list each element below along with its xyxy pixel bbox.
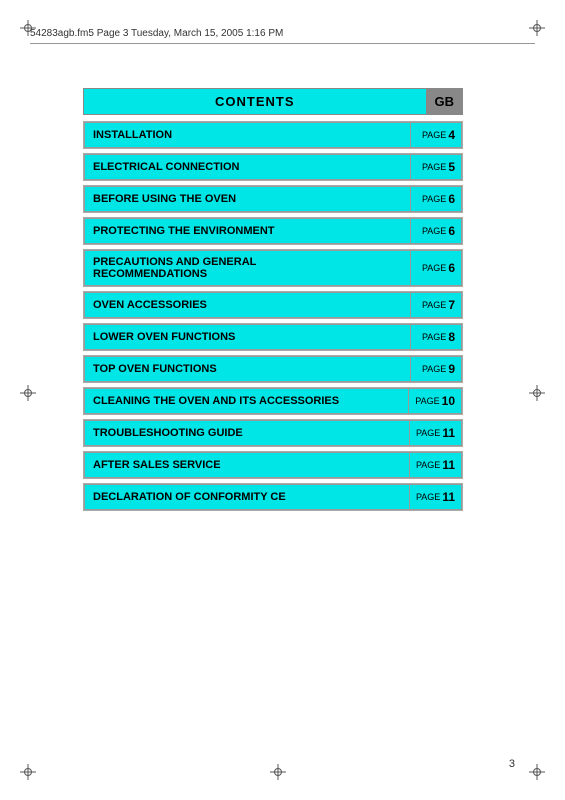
toc-item-page: PAGE 11 bbox=[409, 484, 462, 510]
page-number: 8 bbox=[448, 330, 455, 344]
toc-row: AFTER SALES SERVICEPAGE 11 bbox=[83, 451, 463, 479]
crosshair-bot-right bbox=[529, 764, 545, 780]
page-word: PAGE bbox=[422, 263, 446, 273]
toc-item-page: PAGE 10 bbox=[408, 388, 462, 414]
toc-item-label: TOP OVEN FUNCTIONS bbox=[84, 356, 410, 382]
toc-item-label: CLEANING THE OVEN AND ITS ACCESSORIES bbox=[84, 388, 408, 414]
page-word: PAGE bbox=[422, 364, 446, 374]
crosshair-mid-left bbox=[20, 385, 36, 401]
page-number: 10 bbox=[442, 394, 455, 408]
page-word: PAGE bbox=[422, 300, 446, 310]
toc-item-page: PAGE 5 bbox=[410, 154, 462, 180]
contents-header: CONTENTS GB bbox=[83, 88, 463, 115]
toc-row: CLEANING THE OVEN AND ITS ACCESSORIESPAG… bbox=[83, 387, 463, 415]
page-number: 11 bbox=[442, 490, 455, 504]
crosshair-bot-left bbox=[20, 764, 36, 780]
page-word: PAGE bbox=[422, 194, 446, 204]
toc-row: DECLARATION OF CONFORMITY CEPAGE 11 bbox=[83, 483, 463, 511]
footer-page-number: 3 bbox=[509, 758, 515, 770]
content-area: CONTENTS GB INSTALLATIONPAGE 4ELECTRICAL… bbox=[83, 88, 463, 515]
toc-list: INSTALLATIONPAGE 4ELECTRICAL CONNECTIONP… bbox=[83, 121, 463, 511]
contents-gb: GB bbox=[426, 88, 464, 115]
toc-row: TOP OVEN FUNCTIONSPAGE 9 bbox=[83, 355, 463, 383]
toc-item-label: BEFORE USING THE OVEN bbox=[84, 186, 410, 212]
crosshair-mid-right bbox=[529, 385, 545, 401]
page-number: 6 bbox=[448, 261, 455, 275]
toc-item-label: PRECAUTIONS AND GENERAL RECOMMENDATIONS bbox=[84, 250, 410, 286]
toc-row: TROUBLESHOOTING GUIDEPAGE 11 bbox=[83, 419, 463, 447]
toc-item-page: PAGE 6 bbox=[410, 250, 462, 286]
toc-row: PRECAUTIONS AND GENERAL RECOMMENDATIONSP… bbox=[83, 249, 463, 287]
page: 54283agb.fm5 Page 3 Tuesday, March 15, 2… bbox=[0, 0, 565, 800]
toc-item-label: DECLARATION OF CONFORMITY CE bbox=[84, 484, 409, 510]
page-word: PAGE bbox=[415, 396, 439, 406]
page-word: PAGE bbox=[416, 428, 440, 438]
toc-row: INSTALLATIONPAGE 4 bbox=[83, 121, 463, 149]
toc-item-page: PAGE 11 bbox=[409, 452, 462, 478]
toc-item-page: PAGE 4 bbox=[410, 122, 462, 148]
toc-row: LOWER OVEN FUNCTIONSPAGE 8 bbox=[83, 323, 463, 351]
contents-title: CONTENTS bbox=[83, 88, 426, 115]
page-word: PAGE bbox=[422, 226, 446, 236]
toc-row: ELECTRICAL CONNECTIONPAGE 5 bbox=[83, 153, 463, 181]
toc-item-page: PAGE 9 bbox=[410, 356, 462, 382]
page-word: PAGE bbox=[422, 332, 446, 342]
toc-item-label: LOWER OVEN FUNCTIONS bbox=[84, 324, 410, 350]
toc-item-label: OVEN ACCESSORIES bbox=[84, 292, 410, 318]
crosshair-bot-mid bbox=[270, 764, 286, 780]
toc-item-page: PAGE 7 bbox=[410, 292, 462, 318]
page-word: PAGE bbox=[422, 162, 446, 172]
toc-item-page: PAGE 6 bbox=[410, 186, 462, 212]
page-number: 9 bbox=[448, 362, 455, 376]
page-number: 6 bbox=[448, 192, 455, 206]
page-word: PAGE bbox=[416, 492, 440, 502]
toc-row: PROTECTING THE ENVIRONMENTPAGE 6 bbox=[83, 217, 463, 245]
page-word: PAGE bbox=[416, 460, 440, 470]
page-word: PAGE bbox=[422, 130, 446, 140]
toc-item-label: AFTER SALES SERVICE bbox=[84, 452, 409, 478]
page-number: 6 bbox=[448, 224, 455, 238]
toc-item-label: TROUBLESHOOTING GUIDE bbox=[84, 420, 409, 446]
toc-item-page: PAGE 8 bbox=[410, 324, 462, 350]
page-number: 7 bbox=[448, 298, 455, 312]
page-number: 4 bbox=[448, 128, 455, 142]
toc-row: BEFORE USING THE OVENPAGE 6 bbox=[83, 185, 463, 213]
header-bar: 54283agb.fm5 Page 3 Tuesday, March 15, 2… bbox=[30, 28, 535, 44]
page-number: 11 bbox=[442, 426, 455, 440]
toc-item-page: PAGE 6 bbox=[410, 218, 462, 244]
toc-item-page: PAGE 11 bbox=[409, 420, 462, 446]
page-number: 5 bbox=[448, 160, 455, 174]
toc-item-label: PROTECTING THE ENVIRONMENT bbox=[84, 218, 410, 244]
page-number: 11 bbox=[442, 458, 455, 472]
toc-item-label: ELECTRICAL CONNECTION bbox=[84, 154, 410, 180]
toc-row: OVEN ACCESSORIESPAGE 7 bbox=[83, 291, 463, 319]
file-info: 54283agb.fm5 Page 3 Tuesday, March 15, 2… bbox=[30, 28, 283, 39]
toc-item-label: INSTALLATION bbox=[84, 122, 410, 148]
